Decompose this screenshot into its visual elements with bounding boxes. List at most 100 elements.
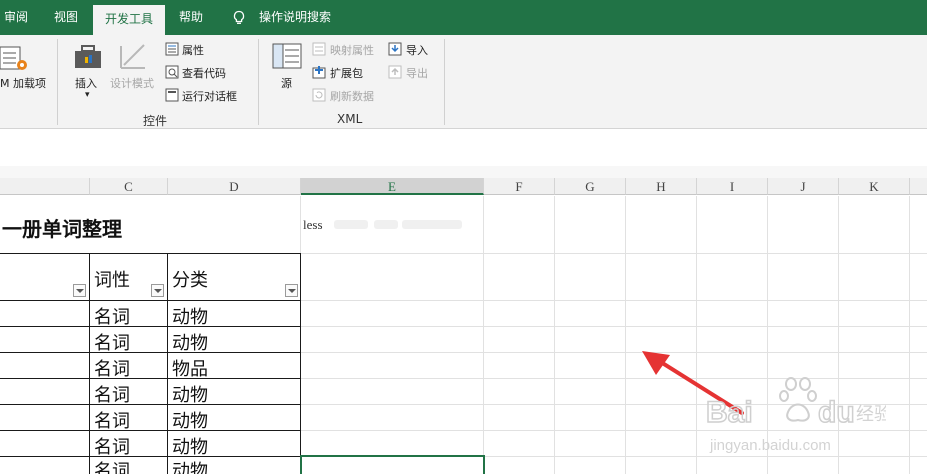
- column-header-i[interactable]: I: [697, 178, 768, 195]
- column-header-more[interactable]: [910, 178, 927, 195]
- table-border: [0, 430, 300, 431]
- com-addins-label[interactable]: M 加载项: [0, 75, 46, 91]
- cell-pos: 名词: [94, 359, 130, 380]
- toolbox-icon[interactable]: [73, 41, 103, 71]
- column-header-e[interactable]: E: [301, 178, 484, 195]
- ribbon-separator: [258, 39, 259, 125]
- baidu-watermark-logo: Bai du 经验 jingyan.baidu.com: [706, 377, 886, 454]
- svg-text:经验: 经验: [856, 404, 886, 425]
- gridline: [554, 196, 555, 474]
- run-dialog-icon[interactable]: [165, 88, 179, 102]
- blurred-text: [334, 220, 368, 229]
- gridline: [625, 196, 626, 474]
- sheet-title: 一册单词整理: [2, 217, 122, 241]
- view-code-icon[interactable]: [165, 65, 179, 79]
- refresh-data-button[interactable]: 刷新数据: [330, 88, 374, 104]
- expansion-packs-icon[interactable]: [312, 65, 326, 79]
- svg-text:du: du: [818, 396, 855, 429]
- column-header-k[interactable]: K: [839, 178, 910, 195]
- tab-view[interactable]: 视图: [54, 0, 78, 35]
- column-header-h[interactable]: H: [626, 178, 697, 195]
- table-border: [0, 326, 300, 327]
- filter-dropdown-button[interactable]: [151, 284, 164, 297]
- table-border: [0, 253, 300, 254]
- svg-text:jingyan.baidu.com: jingyan.baidu.com: [709, 437, 831, 454]
- table-border: [0, 352, 300, 353]
- import-button[interactable]: 导入: [406, 42, 428, 58]
- cell-category: 动物: [172, 411, 208, 432]
- ribbon-tab-bar: 审阅 视图 开发工具 帮助 操作说明搜索: [0, 0, 927, 35]
- view-code-button[interactable]: 查看代码: [182, 65, 226, 81]
- formula-bar[interactable]: [0, 129, 927, 167]
- tell-me-search[interactable]: 操作说明搜索: [259, 0, 331, 35]
- cell-pos: 名词: [94, 307, 130, 328]
- map-properties-button[interactable]: 映射属性: [330, 42, 374, 58]
- cell-category: 动物: [172, 385, 208, 406]
- cell-pos: 名词: [94, 437, 130, 458]
- header-part-of-speech: 词性: [94, 270, 130, 291]
- svg-text:Bai: Bai: [706, 396, 753, 429]
- design-mode-button[interactable]: 设计模式: [110, 75, 154, 91]
- table-border: [167, 253, 168, 474]
- header-category: 分类: [172, 270, 208, 291]
- map-properties-icon[interactable]: [312, 42, 326, 56]
- table-border: [89, 253, 90, 474]
- column-header-d[interactable]: D: [168, 178, 301, 195]
- controls-group-label: 控件: [143, 114, 168, 128]
- tab-help[interactable]: 帮助: [179, 0, 203, 35]
- ribbon-panel: M 加载项 插入 ▾ 设计模式 属性 查看代码 运行对话框 控件 源 映射属性 …: [0, 35, 927, 129]
- cell-category: 动物: [172, 461, 208, 474]
- cell-category: 动物: [172, 333, 208, 354]
- column-header-c[interactable]: C: [90, 178, 168, 195]
- table-border: [300, 253, 301, 474]
- column-header-blank[interactable]: [0, 178, 90, 195]
- filter-dropdown-button[interactable]: [285, 284, 298, 297]
- gridline: [696, 196, 697, 474]
- expansion-packs-button[interactable]: 扩展包: [330, 65, 363, 81]
- cell-e1-text: less: [303, 217, 323, 232]
- xml-source-icon[interactable]: [272, 42, 302, 70]
- blurred-text: [402, 220, 462, 229]
- table-border: [0, 456, 300, 457]
- table-border: [0, 404, 300, 405]
- com-addins-icon[interactable]: [0, 43, 30, 73]
- ribbon-separator: [57, 39, 58, 125]
- export-icon[interactable]: [388, 65, 402, 79]
- import-icon[interactable]: [388, 42, 402, 56]
- table-border: [0, 378, 300, 379]
- xml-source-button[interactable]: 源: [281, 75, 292, 91]
- worksheet-grid[interactable]: 一册单词整理 less 词性 分类 名词 动物 名词 动物 名词 物品 名词 动…: [0, 196, 927, 474]
- chevron-down-icon[interactable]: ▾: [85, 90, 90, 100]
- cell-category: 物品: [172, 359, 208, 380]
- gridline: [300, 326, 927, 327]
- gridline: [909, 196, 910, 474]
- active-cell-selection[interactable]: [300, 455, 485, 474]
- run-dialog-button[interactable]: 运行对话框: [182, 88, 237, 104]
- cell-pos: 名词: [94, 461, 130, 474]
- column-header-j[interactable]: J: [768, 178, 839, 195]
- refresh-data-icon[interactable]: [312, 88, 326, 102]
- cell-pos: 名词: [94, 411, 130, 432]
- tab-review[interactable]: 审阅: [4, 0, 28, 35]
- filter-dropdown-button[interactable]: [73, 284, 86, 297]
- properties-icon[interactable]: [165, 42, 179, 56]
- gridline: [300, 253, 927, 254]
- column-header-g[interactable]: G: [555, 178, 626, 195]
- cell-category: 动物: [172, 307, 208, 328]
- design-mode-icon[interactable]: [118, 41, 148, 71]
- blurred-text: [374, 220, 398, 229]
- cell-category: 动物: [172, 437, 208, 458]
- ribbon-separator: [444, 39, 445, 125]
- column-header-f[interactable]: F: [484, 178, 555, 195]
- tab-developer[interactable]: 开发工具: [93, 5, 165, 35]
- insert-control-button[interactable]: 插入: [75, 75, 97, 91]
- table-border: [0, 300, 300, 301]
- cell-pos: 名词: [94, 333, 130, 354]
- gridline: [483, 196, 484, 474]
- properties-button[interactable]: 属性: [182, 42, 204, 58]
- cell-pos: 名词: [94, 385, 130, 406]
- gridline: [300, 300, 927, 301]
- gridline: [300, 352, 927, 353]
- lightbulb-icon[interactable]: [231, 10, 247, 26]
- export-button[interactable]: 导出: [406, 65, 428, 81]
